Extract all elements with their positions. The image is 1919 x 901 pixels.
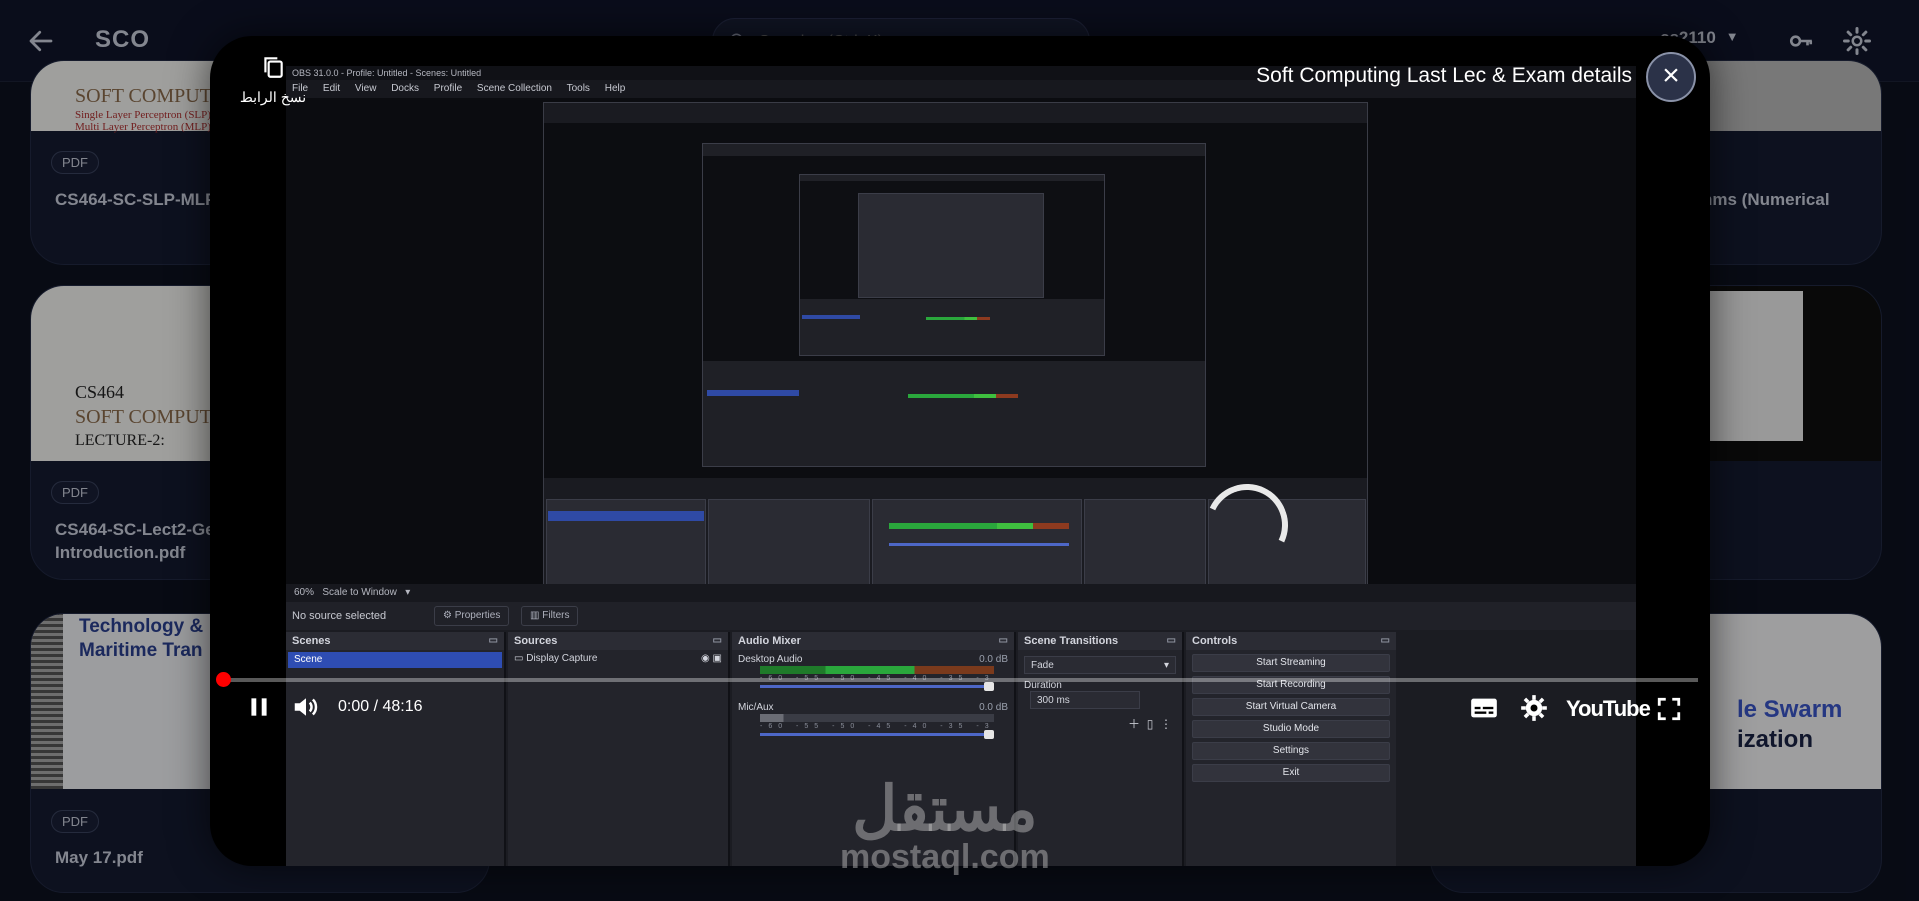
settings-button[interactable]: Settings (1192, 742, 1390, 760)
volume-icon[interactable] (290, 692, 322, 722)
obs-menu-item: Edit (322, 83, 341, 94)
youtube-logo[interactable]: YouTube (1566, 696, 1651, 722)
channel-name: Desktop Audio (738, 654, 803, 665)
trash-icon[interactable]: ▯ (1147, 717, 1154, 731)
studio-mode-button[interactable]: Studio Mode (1192, 720, 1390, 738)
channel-db: 0.0 dB (979, 702, 1008, 713)
properties-button[interactable]: ⚙ Properties (434, 606, 510, 626)
eye-icon[interactable]: ◉ ▣ (701, 653, 722, 664)
mixer-channel: Mic/Aux 0.0 dB -60 -55 -50 -45 -40 -35 -… (738, 702, 1008, 740)
volume-slider[interactable] (760, 685, 994, 688)
obs-menu-item: Profile (433, 83, 463, 94)
watermark-arabic: مستقل (852, 775, 1038, 844)
settings-gear-icon[interactable] (1520, 694, 1548, 722)
obs-preview (286, 98, 1636, 614)
filters-button[interactable]: ▥ Filters (521, 606, 579, 626)
nested-screen-3 (799, 174, 1105, 356)
nested-scene-row (707, 390, 799, 396)
chevron-down-icon: ▾ (405, 587, 411, 598)
transition-actions: ＋ ▯ ⋮ (1028, 715, 1172, 732)
no-source-label: No source selected (292, 610, 387, 622)
progress-scrubber[interactable] (216, 672, 231, 687)
volume-slider-handle[interactable] (984, 682, 994, 691)
exit-button[interactable]: Exit (1192, 764, 1390, 782)
obs-menu-item: Help (604, 83, 626, 94)
channel-name: Mic/Aux (738, 702, 774, 713)
subtitles-icon[interactable] (1470, 696, 1498, 720)
pause-icon[interactable] (246, 694, 272, 720)
filter-icon: ▥ (530, 610, 540, 621)
nested-screen-2 (702, 143, 1206, 467)
scene-list-item[interactable]: Scene (288, 652, 502, 668)
obs-menu-item: Scene Collection (476, 83, 552, 94)
meter-scale: -60 -55 -50 -45 -40 -35 -30 -25 -20 -15 … (760, 723, 994, 730)
volume-meter (760, 714, 994, 722)
monitor-icon: ▭ (514, 653, 524, 664)
transition-value: Fade (1031, 660, 1054, 671)
copy-icon (264, 57, 283, 78)
nested-meter (889, 543, 1069, 546)
volume-slider[interactable] (760, 733, 994, 736)
duration-input[interactable]: 300 ms (1030, 691, 1140, 709)
watermark: مستقل mostaql.com (840, 775, 1050, 876)
dock-header: Scenes (286, 632, 504, 650)
zoom-level: 60% (294, 587, 315, 598)
nested-screen-4 (858, 193, 1044, 298)
filters-label: Filters (542, 610, 570, 621)
nested-meter (889, 523, 1069, 529)
chevron-down-icon: ▾ (1163, 660, 1169, 671)
watermark-latin: mostaql.com (840, 838, 1050, 876)
obs-menu-item: View (354, 83, 377, 94)
copy-link-label: نسخ الرابط (239, 89, 307, 105)
volume-meter (760, 666, 994, 674)
source-name: Display Capture (526, 653, 598, 664)
controls-dock: Controls Start Streaming Start Recording… (1186, 632, 1396, 866)
obs-menu-item: Tools (566, 83, 590, 94)
nested-scene-row (802, 315, 860, 319)
fullscreen-icon[interactable] (1656, 696, 1682, 722)
video-title: Soft Computing Last Lec & Exam details (1256, 64, 1632, 87)
dock-header: Audio Mixer (732, 632, 1014, 650)
close-icon[interactable]: × (1646, 52, 1696, 102)
properties-label: Properties (454, 610, 501, 621)
start-virtual-camera-button[interactable]: Start Virtual Camera (1192, 698, 1390, 716)
nested-meter (908, 394, 1018, 398)
copy-link-button[interactable]: نسخ الرابط (238, 54, 308, 106)
scale-mode[interactable]: Scale to Window (322, 587, 396, 598)
playback-time: 0:00 / 48:16 (338, 698, 423, 715)
obs-menu-item: Docks (391, 83, 419, 94)
source-list-item[interactable]: ▭ Display Capture ◉ ▣ (514, 653, 722, 664)
dock-header: Sources (508, 632, 728, 650)
dock-header: Scene Transitions (1018, 632, 1182, 650)
more-icon[interactable]: ⋮ (1160, 717, 1172, 731)
video-modal: OBS 31.0.0 - Profile: Untitled - Scenes:… (210, 36, 1710, 866)
progress-bar[interactable] (222, 678, 1698, 682)
add-icon[interactable]: ＋ (1128, 717, 1140, 731)
nested-meter (926, 317, 990, 320)
obs-zoom-bar: 60% Scale to Window ▾ (286, 584, 1636, 602)
volume-slider-handle[interactable] (984, 730, 994, 739)
video-frame[interactable]: OBS 31.0.0 - Profile: Untitled - Scenes:… (286, 66, 1636, 866)
scenes-dock: Scenes Scene (286, 632, 506, 866)
gear-icon: ⚙ (443, 610, 452, 621)
transition-select[interactable]: Fade ▾ (1024, 656, 1176, 674)
dock-header: Controls (1186, 632, 1396, 650)
obs-source-bar: No source selected ⚙ Properties ▥ Filter… (286, 602, 1636, 630)
start-streaming-button[interactable]: Start Streaming (1192, 654, 1390, 672)
channel-db: 0.0 dB (979, 654, 1008, 665)
nested-scene-row (548, 511, 704, 521)
duration-field[interactable]: Duration300 ms (1024, 680, 1176, 709)
mixer-channel: Desktop Audio 0.0 dB -60 -55 -50 -45 -40… (738, 654, 1008, 692)
sources-dock: Sources ▭ Display Capture ◉ ▣ (508, 632, 730, 866)
